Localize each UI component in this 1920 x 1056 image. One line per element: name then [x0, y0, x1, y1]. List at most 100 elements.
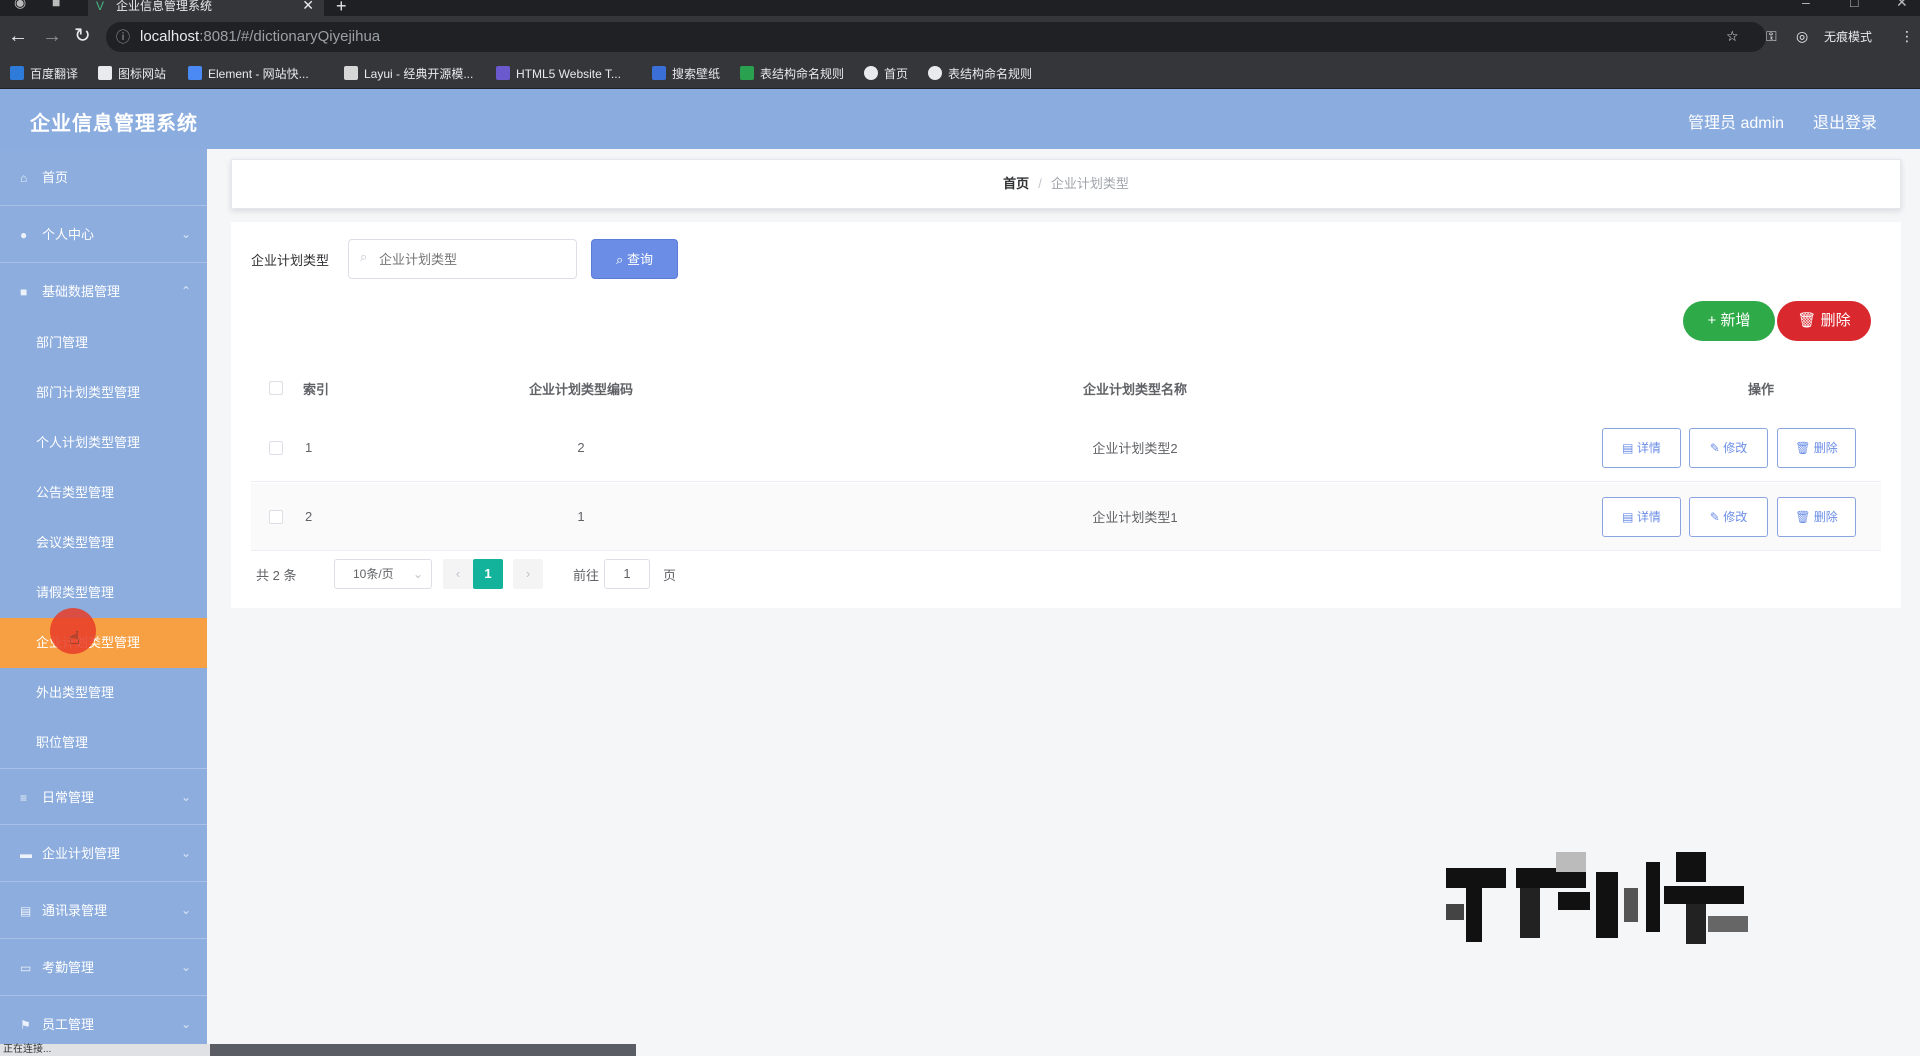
sidebar-subitem-department[interactable]: 部门管理 [0, 318, 207, 368]
sidebar: ⌂ 首页 ● 个人中心 ⌄ ■ 基础数据管理 ⌃ 部门管理 部门计划类型管理 个人计划类型… [0, 149, 207, 1056]
chevron-down-icon: ⌄ [180, 846, 191, 860]
select-all-checkbox[interactable] [269, 381, 283, 395]
sidebar-subitem-dept-plan-type[interactable]: 部门计划类型管理 [0, 368, 207, 418]
bookmark-item[interactable]: 搜索壁纸 [652, 66, 720, 81]
bookmark-item[interactable]: HTML5 Website T... [496, 66, 621, 81]
sidebar-subitem-outing-type[interactable]: 外出类型管理 [0, 668, 207, 718]
pagination-total: 共 2 条 [256, 568, 297, 583]
browser-menu-icon[interactable]: ◉ [14, 0, 26, 11]
bookmark-star-icon[interactable]: ☆ [1726, 28, 1739, 45]
briefcase-icon: ▬ [20, 847, 32, 861]
close-window-icon[interactable]: ✕ [1896, 0, 1908, 11]
minimize-icon[interactable]: – [1802, 0, 1810, 10]
element-icon [188, 66, 202, 80]
bookmark-item[interactable]: Layui - 经典开源模... [344, 66, 473, 81]
sidebar-item-enterprise-plan[interactable]: ▬ 企业计划管理 ⌄ [0, 825, 207, 882]
sidebar-item-home[interactable]: ⌂ 首页 [0, 149, 207, 206]
sidebar-subitem-meeting-type[interactable]: 会议类型管理 [0, 518, 207, 568]
detail-button[interactable]: ▤ 详情 [1602, 497, 1681, 537]
header-actions: 操作 [1747, 381, 1774, 397]
detail-button[interactable]: ▤ 详情 [1602, 428, 1681, 468]
bookmark-item[interactable]: 图标网站 [98, 66, 166, 81]
bookmark-item[interactable]: 表结构命名规则 [740, 66, 844, 81]
pixelated-watermark [1446, 852, 1808, 948]
row-checkbox[interactable] [269, 440, 283, 455]
select-all-cell [269, 362, 283, 414]
trash-icon: 🗑 [1795, 510, 1814, 524]
close-tab-icon[interactable]: ✕ [302, 0, 314, 12]
row-code: 2 [577, 440, 585, 455]
sidebar-subitem-leave-type[interactable]: 请假类型管理 [0, 568, 207, 618]
query-button[interactable]: ⌕ 查询 [591, 239, 678, 279]
search-icon: ⌕ [616, 252, 627, 267]
row-index: 1 [305, 440, 313, 455]
table-row: 2 1 企业计划类型1 ▤ 详情 ✎ 修改 🗑 删除 [251, 483, 1881, 551]
home-icon: ⌂ [20, 171, 28, 185]
key-icon[interactable]: ⚿ [1766, 28, 1777, 45]
bookmark-item[interactable]: 表结构命名规则 [928, 66, 1032, 81]
url-field[interactable]: ⓘ localhost:8081/#/dictionaryQiyejihua [106, 22, 1766, 52]
reload-icon[interactable]: ↻ [74, 26, 91, 46]
browser-tab-bar: ◉ ■ V 企业信息管理系统 ✕ + – □ ✕ [0, 0, 1920, 16]
sidebar-subitem-enterprise-plan-type[interactable]: 企业计划类型管理 [0, 618, 207, 668]
browser-tab[interactable]: V 企业信息管理系统 ✕ [88, 0, 324, 16]
html5-icon [496, 66, 510, 80]
bookmark-item[interactable]: 百度翻译 [10, 66, 78, 81]
breadcrumb-separator: / [1038, 176, 1042, 191]
logout-link[interactable]: 退出登录 [1813, 109, 1877, 133]
incognito-label[interactable]: 无痕模式 [1824, 28, 1872, 45]
header-code: 企业计划类型编码 [528, 381, 633, 397]
back-icon[interactable]: ← [8, 26, 28, 46]
browser-more-icon[interactable]: ⋮ [1900, 28, 1914, 45]
bookmark-item[interactable]: Element - 网站快... [188, 66, 309, 81]
incognito-icon[interactable]: ◎ [1796, 28, 1808, 45]
chevron-down-icon: ⌄ [180, 790, 191, 804]
delete-button[interactable]: 🗑 删除 [1777, 497, 1856, 537]
maximize-icon[interactable]: □ [1850, 0, 1858, 10]
chevron-down-icon: ⌄ [180, 903, 191, 917]
breadcrumb-home[interactable]: 首页 [1003, 176, 1029, 191]
breadcrumb: 首页 / 企业计划类型 [231, 159, 1901, 209]
next-page-button[interactable]: › [513, 559, 543, 589]
page-number-current[interactable]: 1 [473, 559, 503, 589]
row-name: 企业计划类型2 [1092, 441, 1178, 456]
plus-icon: + [1707, 312, 1721, 329]
sidebar-item-personal[interactable]: ● 个人中心 ⌄ [0, 206, 207, 263]
site-info-icon[interactable]: ⓘ [116, 22, 130, 52]
breadcrumb-current: 企业计划类型 [1050, 176, 1129, 191]
forward-icon[interactable]: → [42, 26, 62, 46]
list-icon: ≡ [20, 791, 28, 805]
edit-button[interactable]: ✎ 修改 [1689, 497, 1768, 537]
row-checkbox[interactable] [269, 509, 283, 524]
edit-button[interactable]: ✎ 修改 [1689, 428, 1768, 468]
app-header: 企业信息管理系统 管理员 admin 退出登录 [0, 89, 1920, 149]
goto-label: 前往 [573, 568, 600, 583]
prev-page-button[interactable]: ‹ [443, 559, 473, 589]
sidebar-subitem-notice-type[interactable]: 公告类型管理 [0, 468, 207, 518]
batch-delete-button[interactable]: 🗑 删除 [1777, 301, 1871, 341]
sidebar-subitem-position[interactable]: 职位管理 [0, 718, 207, 768]
sidebar-subitem-personal-plan-type[interactable]: 个人计划类型管理 [0, 418, 207, 468]
new-tab-icon[interactable]: + [336, 0, 347, 17]
content-panel: 企业计划类型 ⌕ ⌕ 查询 + 新增 🗑 删除 索引 企业计划类型编码 企业计划… [231, 222, 1901, 608]
folder-icon: ■ [20, 285, 28, 299]
goto-page-input[interactable]: 1 [604, 559, 650, 589]
attendance-icon: ▭ [20, 961, 32, 975]
sidebar-item-contacts[interactable]: ▤ 通讯录管理 ⌄ [0, 882, 207, 939]
row-checkbox-cell [269, 414, 283, 481]
bookmark-item[interactable]: 首页 [864, 66, 908, 81]
table-header: 索引 企业计划类型编码 企业计划类型名称 操作 [251, 362, 1881, 414]
delete-button[interactable]: 🗑 删除 [1777, 428, 1856, 468]
sidebar-item-daily[interactable]: ≡ 日常管理 ⌄ [0, 768, 207, 825]
globe-icon [864, 66, 878, 80]
tab-switcher-icon[interactable]: ■ [52, 0, 60, 10]
row-checkbox-cell [269, 483, 283, 550]
url-path: :8081/#/dictionaryQiyejihua [199, 28, 381, 45]
page-size-select[interactable]: 10条/页 ⌄ [334, 559, 432, 589]
sidebar-item-attendance[interactable]: ▭ 考勤管理 ⌄ [0, 939, 207, 996]
sidebar-item-basic-data[interactable]: ■ 基础数据管理 ⌃ [0, 263, 207, 320]
layui-icon [344, 66, 358, 80]
row-code: 1 [577, 509, 585, 524]
add-button[interactable]: + 新增 [1683, 301, 1775, 341]
search-input[interactable] [348, 239, 577, 279]
